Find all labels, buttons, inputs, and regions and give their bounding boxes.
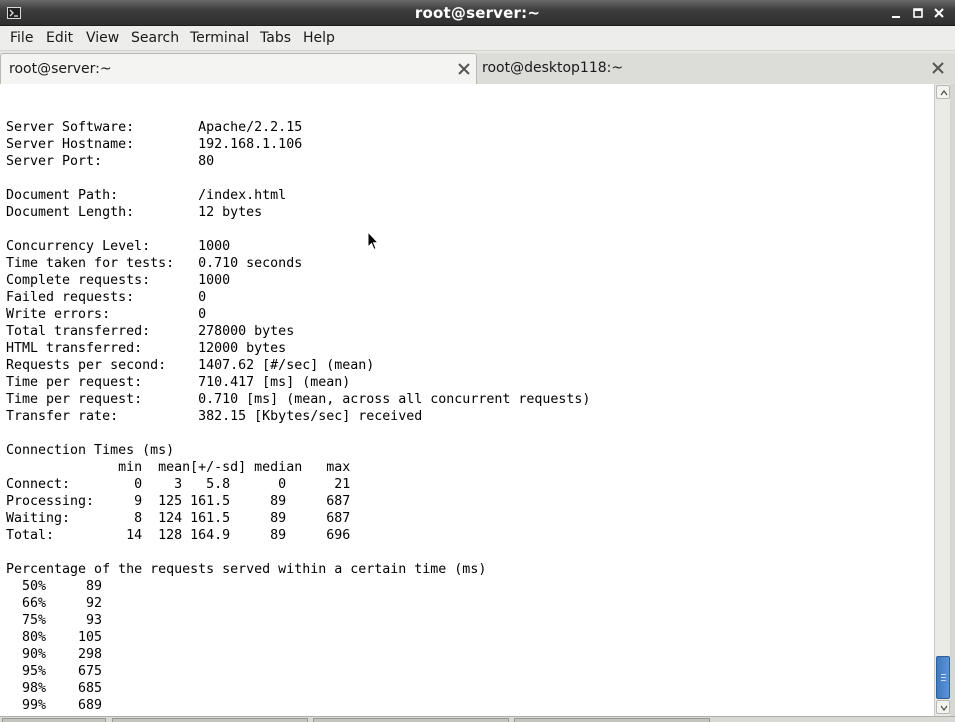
terminal-line: 80% 105 (6, 630, 103, 645)
minimize-icon[interactable] (888, 5, 904, 21)
terminal-line: Time per request: 0.710 [ms] (mean, acro… (6, 392, 591, 407)
terminal-line: 99% 689 (6, 698, 103, 713)
terminal-line: 66% 92 (6, 596, 103, 611)
terminal-line: Write errors: 0 (6, 307, 207, 322)
close-tab-icon[interactable] (457, 62, 471, 76)
terminal-line: 75% 93 (6, 613, 103, 628)
terminal-line: HTML transferred: 12000 bytes (6, 341, 287, 356)
terminal-line: Time per request: 710.417 [ms] (mean) (6, 375, 351, 390)
terminal-text: Server Software: Apache/2.2.15 Server Hos… (6, 85, 590, 716)
tab-bar: root@server:~ root@desktop118:~ (0, 51, 955, 84)
terminal-line: Complete requests: 1000 (6, 273, 231, 288)
terminal-line: Waiting: 8 124 161.5 89 687 (6, 511, 351, 526)
terminal-line: Server Software: Apache/2.2.15 (6, 120, 303, 135)
menu-help[interactable]: Help (303, 30, 335, 46)
scroll-down-icon[interactable] (936, 700, 950, 714)
terminal-output[interactable]: Server Software: Apache/2.2.15 Server Hos… (0, 84, 934, 716)
menu-tabs[interactable]: Tabs (260, 30, 291, 46)
scroll-thumb[interactable] (936, 656, 950, 699)
menu-edit[interactable]: Edit (46, 30, 73, 46)
terminal-line: min mean[+/-sd] median max (6, 460, 351, 475)
close-icon[interactable] (931, 5, 947, 21)
menu-search[interactable]: Search (131, 30, 179, 46)
taskbar-strip (0, 716, 955, 722)
terminal-line: Processing: 9 125 161.5 89 687 (6, 494, 351, 509)
terminal-line: Time taken for tests: 0.710 seconds (6, 256, 303, 271)
terminal-line: 90% 298 (6, 647, 103, 662)
terminal-line: Server Port: 80 (6, 154, 215, 169)
menu-view[interactable]: View (86, 30, 119, 46)
terminal-line: Failed requests: 0 (6, 290, 207, 305)
terminal-line: Document Path: /index.html (6, 188, 287, 203)
terminal-line: Requests per second: 1407.62 [#/sec] (me… (6, 358, 375, 373)
tab-label: root@desktop118:~ (482, 60, 624, 76)
terminal-line: Connection Times (ms) (6, 443, 175, 458)
terminal-line: 50% 89 (6, 579, 103, 594)
window-edge (950, 84, 955, 716)
menu-bar: File Edit View Search Terminal Tabs Help (0, 26, 955, 51)
tab-server[interactable]: root@server:~ (0, 53, 477, 84)
scroll-up-icon[interactable] (936, 85, 950, 99)
menu-terminal[interactable]: Terminal (190, 30, 249, 46)
maximize-icon[interactable] (910, 5, 926, 21)
tab-label: root@server:~ (9, 61, 112, 77)
terminal-line: Percentage of the requests served within… (6, 562, 487, 577)
window-title: root@server:~ (414, 4, 541, 22)
terminal-line: Concurrency Level: 1000 (6, 239, 231, 254)
menu-file[interactable]: File (10, 30, 33, 46)
terminal-line: 95% 675 (6, 664, 103, 679)
mouse-pointer-icon (367, 231, 379, 251)
terminal-line: Document Length: 12 bytes (6, 205, 263, 220)
terminal-line: Total transferred: 278000 bytes (6, 324, 295, 339)
tab-desktop118[interactable]: root@desktop118:~ (477, 53, 955, 84)
window-titlebar: root@server:~ (0, 0, 955, 26)
terminal-line: Server Hostname: 192.168.1.106 (6, 137, 303, 152)
terminal-line: Connect: 0 3 5.8 0 21 (6, 477, 351, 492)
terminal-line: Transfer rate: 382.15 [Kbytes/sec] recei… (6, 409, 423, 424)
close-tab-icon[interactable] (931, 61, 945, 75)
terminal-line: 98% 685 (6, 681, 103, 696)
terminal-line: Total: 14 128 164.9 89 696 (6, 528, 351, 543)
vertical-scrollbar[interactable] (934, 84, 950, 716)
